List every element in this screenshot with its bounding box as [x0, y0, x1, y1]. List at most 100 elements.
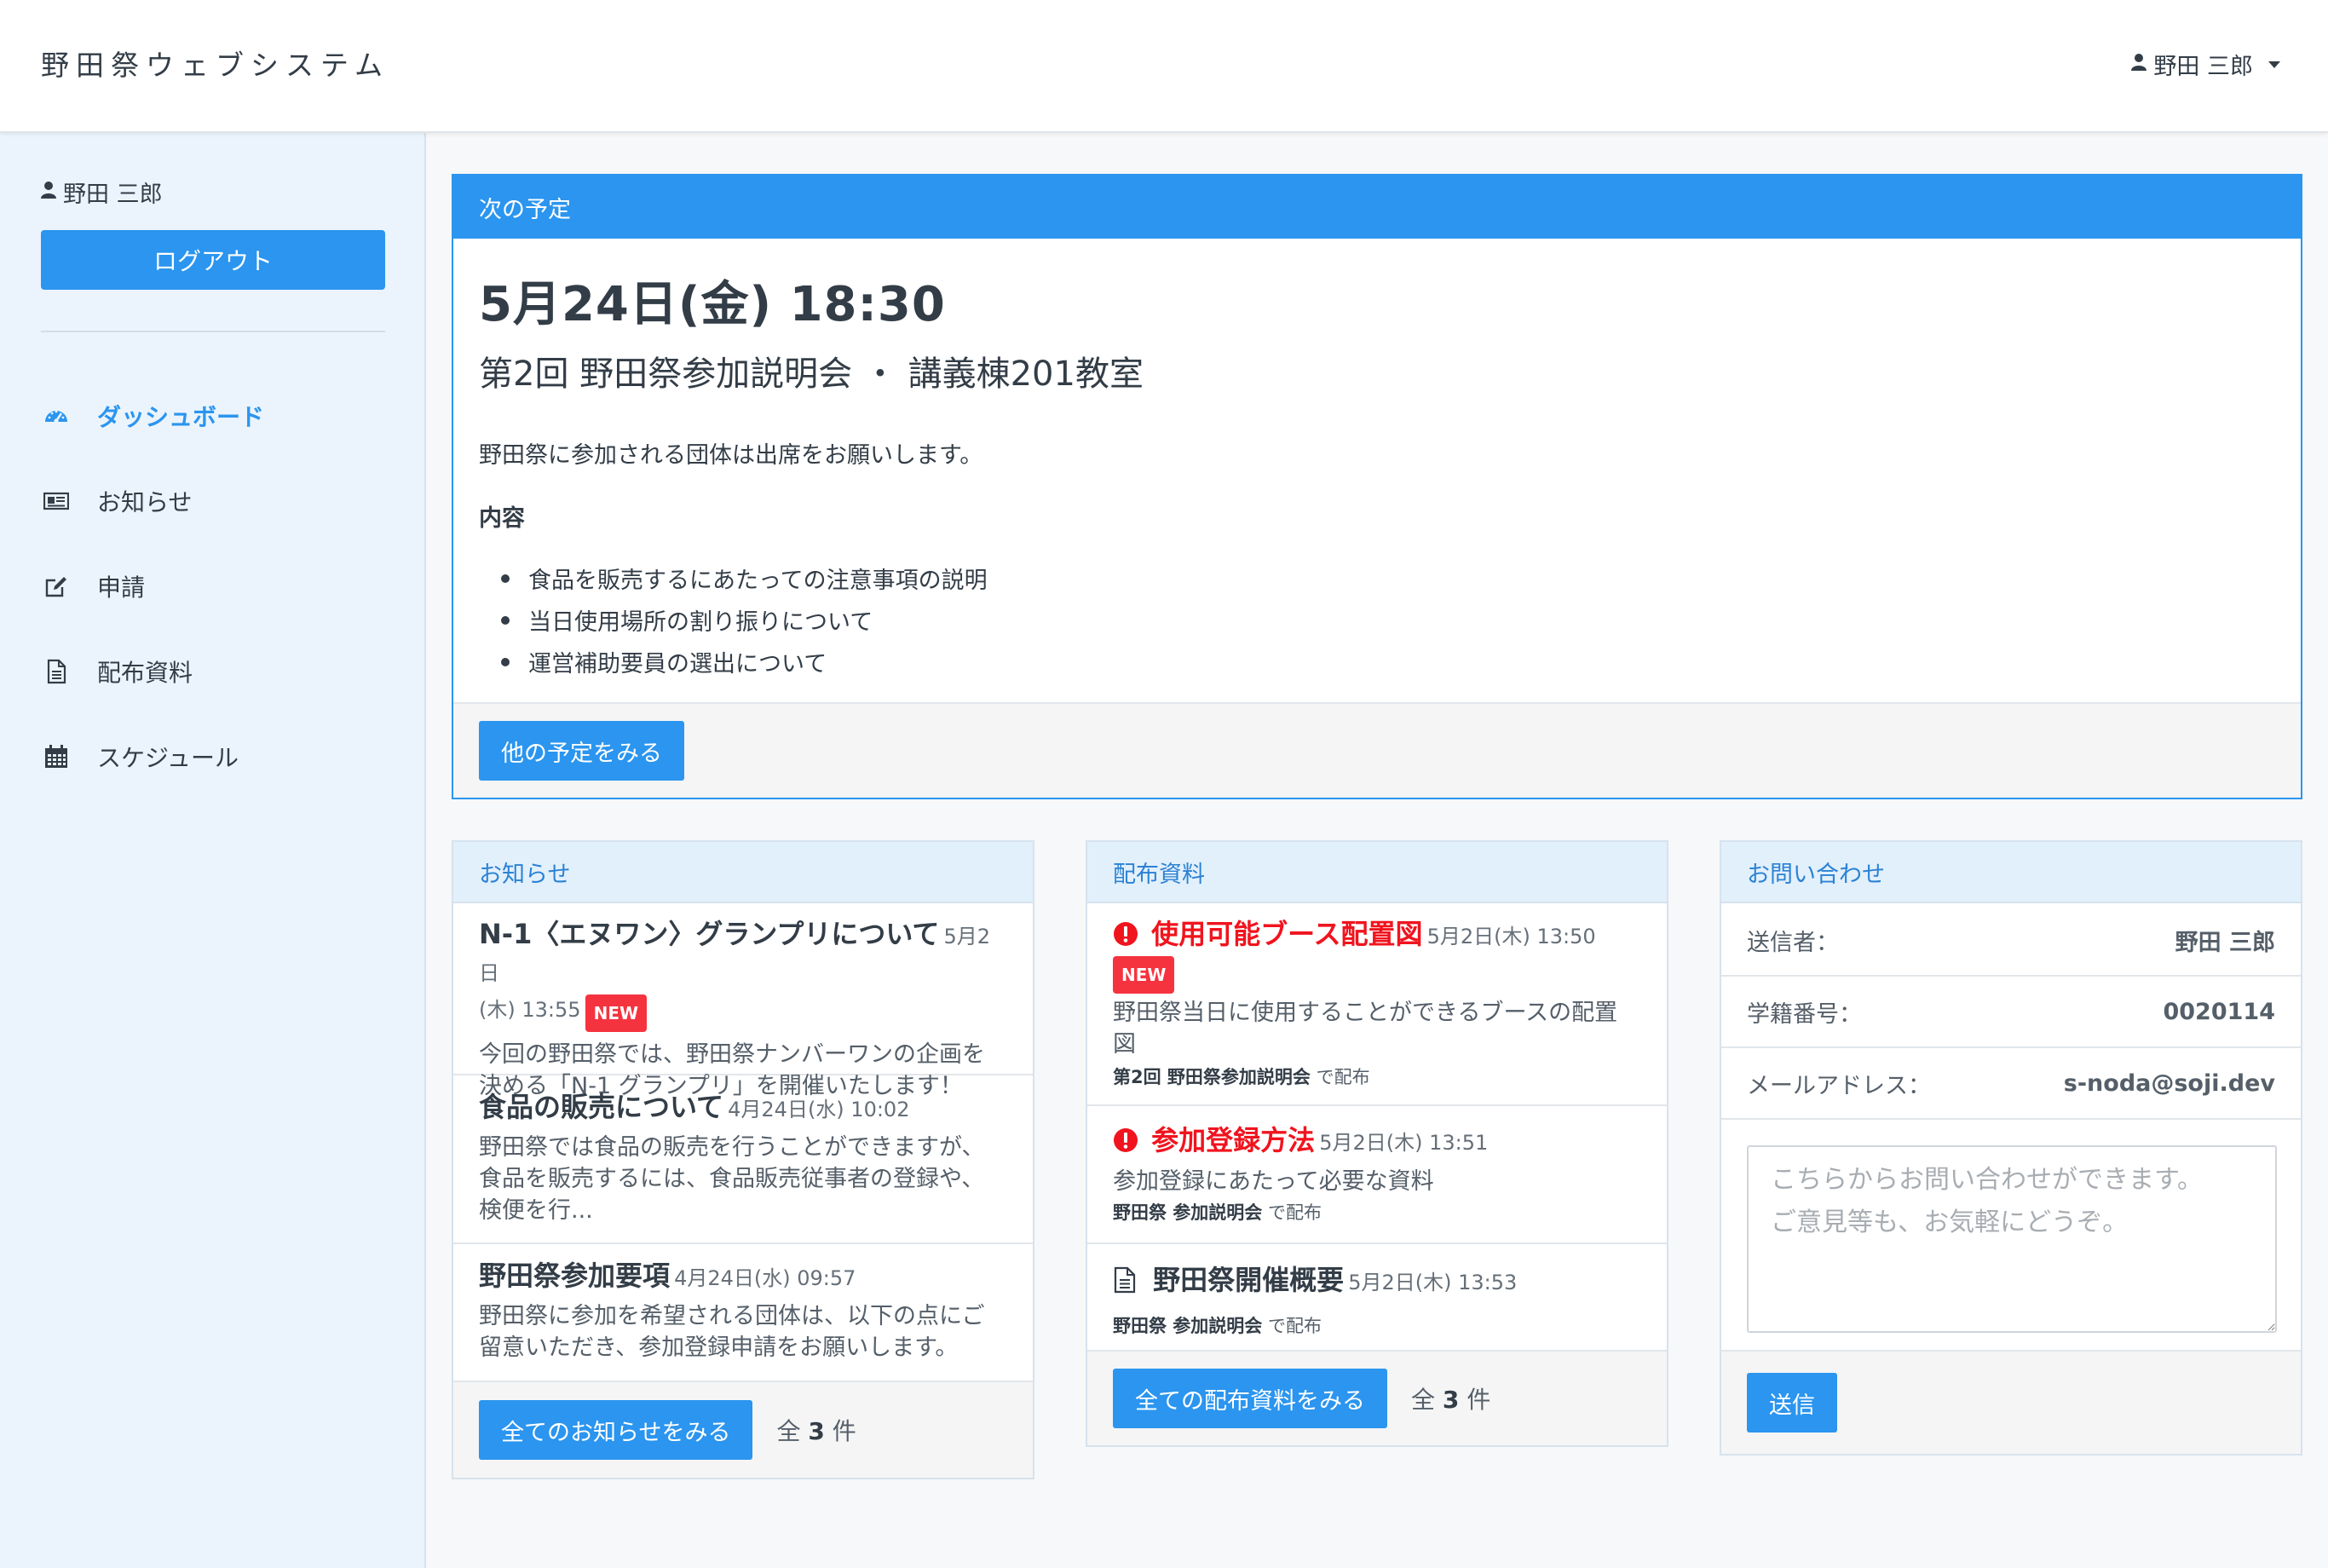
count-value: 3: [1442, 1386, 1460, 1414]
document-source-suffix: で配布: [1268, 1316, 1322, 1336]
user-icon: [41, 179, 56, 205]
document-source-suffix: で配布: [1268, 1202, 1322, 1223]
inquiry-student-id-row: 学籍番号： 0020114: [1721, 977, 2301, 1048]
documents-heading: 配布資料: [1087, 842, 1667, 903]
email-value: s-noda@soji.dev: [2063, 1069, 2275, 1097]
sidebar-item-dashboard[interactable]: ダッシュボード: [41, 373, 399, 458]
other-schedules-button[interactable]: 他の予定をみる: [479, 721, 684, 781]
logout-button[interactable]: ログアウト: [41, 230, 385, 290]
calendar-icon: [41, 741, 72, 772]
next-schedule-description: 野田祭に参加される団体は出席をお願いします。: [479, 442, 983, 469]
document-item-date: 5月2日(木) 13:50: [1426, 925, 1596, 948]
news-item-time: (木) 13:55: [479, 998, 581, 1022]
next-schedule-date: 5月24日(金) 18:30: [479, 277, 946, 332]
sidebar: 野田 三郎 ログアウト ダッシュボード お知らせ 申請 配布資料 スケジュール: [0, 133, 426, 1568]
document-item-source: 野田祭 参加説明会 で配布: [1113, 1199, 1641, 1225]
count-prefix: 全: [1411, 1386, 1436, 1414]
sidebar-item-label: お知らせ: [97, 488, 193, 516]
news-item-title[interactable]: 野田祭参加要項: [479, 1260, 670, 1292]
document-item-title[interactable]: 参加登録方法: [1151, 1124, 1315, 1156]
next-schedule-footer: 他の予定をみる: [453, 702, 2301, 798]
next-schedule-heading: 次の予定: [453, 176, 2301, 239]
news-item-body: 野田祭では食品の販売を行うことができますが、 食品を販売するには、食品販売従事者…: [479, 1132, 1007, 1226]
news-item[interactable]: 食品の販売について 4月24日(水) 10:02 野田祭では食品の販売を行うこと…: [453, 1075, 1033, 1244]
user-icon: [2131, 51, 2147, 78]
next-schedule-contents-list: 食品を販売するにあたっての注意事項の説明 当日使用場所の割り振りについて 運営補…: [501, 557, 988, 683]
news-item[interactable]: N-1〈エヌワン〉グランプリについて 5月2日 (木) 13:55 NEW 今回…: [453, 905, 1033, 1099]
sidebar-item-label: 申請: [97, 574, 146, 602]
count-suffix: 件: [1467, 1386, 1491, 1414]
document-item[interactable]: 参加登録方法 5月2日(木) 13:51 参加登録にあたって必要な資料 野田祭 …: [1087, 1106, 1667, 1244]
news-count: 全 3 件: [776, 1413, 856, 1447]
email-label: メールアドレス：: [1747, 1072, 1931, 1099]
news-item-body-line: 野田祭では食品の販売を行うことができますが、: [479, 1134, 985, 1161]
newspaper-icon: [41, 486, 72, 516]
document-item-body-line: 図: [1113, 1031, 1136, 1058]
inquiry-panel: お問い合わせ 送信者： 野田 三郎 学籍番号： 0020114 メールアドレス：…: [1720, 840, 2302, 1456]
news-item-body-line: 食品を販売するには、食品販売従事者の登録や、: [479, 1166, 985, 1192]
document-item-body: 参加登録にあたって必要な資料: [1113, 1168, 1434, 1195]
all-news-button[interactable]: 全てのお知らせをみる: [479, 1400, 753, 1460]
student-id-label: 学籍番号：: [1747, 1000, 1862, 1028]
next-schedule-contents-label: 内容: [479, 505, 525, 532]
inquiry-email-row: メールアドレス： s-noda@soji.dev: [1721, 1048, 2301, 1120]
sidebar-item-application[interactable]: 申請: [41, 544, 399, 629]
student-id-value: 0020114: [2163, 998, 2275, 1025]
news-item-title[interactable]: N-1〈エヌワン〉グランプリについて: [479, 918, 939, 950]
count-suffix: 件: [832, 1417, 856, 1445]
user-menu-name: 野田 三郎: [2153, 54, 2253, 80]
news-item-date: 4月24日(水) 09:57: [674, 1266, 856, 1290]
news-item-title[interactable]: 食品の販売について: [479, 1091, 723, 1123]
sidebar-nav: ダッシュボード お知らせ 申請 配布資料 スケジュール: [41, 373, 399, 799]
dashboard-icon: [41, 401, 72, 431]
sidebar-item-news[interactable]: お知らせ: [41, 458, 399, 544]
document-source-name: 野田祭 参加説明会: [1113, 1316, 1263, 1336]
document-source-name: 第2回 野田祭参加説明会: [1113, 1067, 1311, 1087]
news-item-date: 4月24日(水) 10:02: [728, 1098, 910, 1121]
documents-footer: 全ての配布資料をみる 全 3 件: [1087, 1350, 1667, 1445]
top-navbar: 野田祭ウェブシステム 野田 三郎: [0, 0, 2328, 133]
news-panel: お知らせ N-1〈エヌワン〉グランプリについて 5月2日 (木) 13:55 N…: [452, 840, 1034, 1479]
sidebar-item-label: ダッシュボード: [97, 403, 265, 431]
sidebar-user-name: 野田 三郎: [63, 182, 163, 208]
all-documents-button[interactable]: 全ての配布資料をみる: [1113, 1369, 1387, 1428]
inquiry-message-textarea[interactable]: [1747, 1145, 2277, 1333]
document-item-source: 野田祭 参加説明会 で配布: [1113, 1312, 1641, 1338]
alert-icon: [1114, 922, 1138, 946]
sidebar-item-documents[interactable]: 配布資料: [41, 629, 399, 714]
news-item[interactable]: 野田祭参加要項 4月24日(水) 09:57 野田祭に参加を希望される団体は、以…: [453, 1244, 1033, 1382]
sender-label: 送信者：: [1747, 929, 1839, 956]
list-item: 当日使用場所の割り振りについて: [501, 599, 988, 641]
new-badge: NEW: [1113, 956, 1175, 994]
count-value: 3: [808, 1417, 825, 1445]
edit-icon: [41, 571, 72, 602]
count-prefix: 全: [776, 1417, 801, 1445]
submit-button[interactable]: 送信: [1747, 1373, 1837, 1433]
documents-panel: 配布資料 使用可能ブース配置図 5月2日(木) 13:50 NEW 野田祭当日に…: [1086, 840, 1668, 1447]
document-icon: [1114, 1266, 1136, 1294]
next-schedule-title: 第2回 野田祭参加説明会 ・ 講義棟201教室: [479, 355, 1144, 394]
document-item-source: 第2回 野田祭参加説明会 で配布: [1113, 1064, 1641, 1089]
news-item-body-line: 検便を行...: [479, 1197, 593, 1224]
news-item-body-line: 今回の野田祭では、野田祭ナンバーワンの企画を: [479, 1041, 985, 1068]
sidebar-item-label: スケジュール: [97, 744, 239, 772]
document-item-title[interactable]: 使用可能ブース配置図: [1151, 918, 1422, 950]
inquiry-sender-row: 送信者： 野田 三郎: [1721, 905, 2301, 977]
document-item-title[interactable]: 野田祭開催概要: [1153, 1264, 1344, 1296]
document-item[interactable]: 使用可能ブース配置図 5月2日(木) 13:50 NEW 野田祭当日に使用するこ…: [1087, 905, 1667, 1106]
news-heading: お知らせ: [453, 842, 1033, 903]
sidebar-item-label: 配布資料: [97, 659, 193, 687]
sender-value: 野田 三郎: [2175, 929, 2275, 956]
document-item-date: 5月2日(木) 13:53: [1348, 1271, 1518, 1294]
sidebar-divider: [41, 331, 385, 332]
sidebar-user: 野田 三郎: [41, 176, 163, 209]
documents-count: 全 3 件: [1411, 1381, 1490, 1415]
document-item[interactable]: 野田祭開催概要 5月2日(木) 13:53 野田祭 参加説明会 で配布: [1087, 1244, 1667, 1353]
sidebar-item-schedule[interactable]: スケジュール: [41, 714, 399, 799]
document-item-date: 5月2日(木) 13:51: [1319, 1131, 1489, 1155]
user-menu-dropdown[interactable]: 野田 三郎: [2131, 48, 2280, 81]
news-item-body: 野田祭に参加を希望される団体は、以下の点にご 留意いただき、参加登録申請をお願い…: [479, 1300, 1007, 1363]
news-item-body-line: 野田祭に参加を希望される団体は、以下の点にご: [479, 1303, 985, 1329]
brand-title[interactable]: 野田祭ウェブシステム: [41, 43, 389, 84]
document-icon: [41, 656, 72, 687]
